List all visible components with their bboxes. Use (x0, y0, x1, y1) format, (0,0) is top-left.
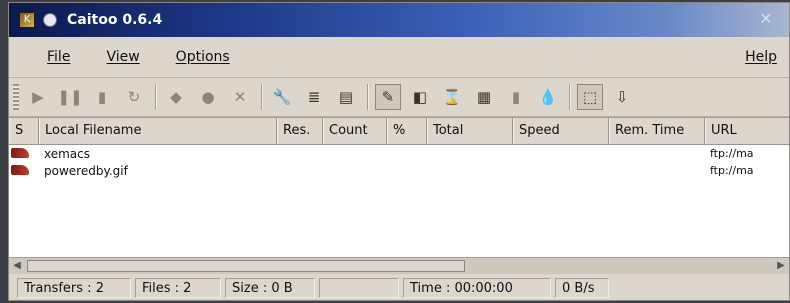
expert-mode-icon[interactable]: ✎ (375, 84, 401, 110)
menu-bar: File View Options Help (9, 37, 789, 78)
caitoo-window: K Caitoo 0.6.4 ✕ File View Options Help … (8, 2, 790, 301)
menu-view[interactable]: View (102, 47, 143, 67)
col-remaining-time[interactable]: Rem. Time (609, 118, 705, 144)
col-percent[interactable]: % (387, 118, 427, 144)
pause-icon[interactable]: ❚❚ (57, 84, 83, 110)
sticky-icon[interactable] (43, 13, 57, 27)
toolbar-separator (155, 84, 157, 110)
toolbar-separator (261, 84, 263, 110)
url-cell: ftp://ma (710, 147, 754, 160)
toolbar: ▶ ❚❚ ▮ ↻ ◆ ● ✕ 🔧 ≣ ▤ ✎ ◧ ⌛ ▦ ▮ 💧 ⬚ ⇩ (9, 78, 789, 117)
url-cell: ftp://ma (710, 164, 754, 177)
table-row[interactable]: xemacs ftp://ma (9, 145, 789, 162)
toolbar-separator (569, 84, 571, 110)
status-cell (9, 147, 39, 161)
col-speed[interactable]: Speed (513, 118, 609, 144)
table-header: S Local Filename Res. Count % Total Spee… (9, 118, 789, 145)
col-resume[interactable]: Res. (277, 118, 323, 144)
transfer-rate: 0 B/s (555, 278, 609, 298)
status-cell (9, 164, 39, 178)
files-count: Files : 2 (135, 278, 221, 298)
close-icon[interactable]: ✕ (757, 10, 775, 28)
scrollbar-thumb[interactable] (27, 260, 465, 272)
status-empty-field (319, 278, 399, 298)
total-size: Size : 0 B (225, 278, 315, 298)
play-icon[interactable]: ▶ (25, 84, 51, 110)
status-bar: Transfers : 2 Files : 2 Size : 0 B Time … (9, 274, 789, 300)
menu-file[interactable]: File (43, 47, 74, 67)
toolbar-buttons: ▶ ❚❚ ▮ ↻ ◆ ● ✕ 🔧 ≣ ▤ ✎ ◧ ⌛ ▦ ▮ 💧 ⬚ ⇩ (19, 84, 635, 110)
app-icon[interactable]: K (19, 12, 35, 28)
col-url[interactable]: URL (705, 118, 789, 144)
docked-icon[interactable]: ◧ (407, 84, 433, 110)
transfer-window-icon[interactable]: ▦ (471, 84, 497, 110)
download-icon[interactable]: ⇩ (609, 84, 635, 110)
select-icon[interactable]: ⬚ (577, 84, 603, 110)
filename-cell: poweredby.gif (44, 163, 128, 178)
drop-icon[interactable]: 💧 (535, 84, 561, 110)
offline-icon[interactable]: ▮ (503, 84, 529, 110)
filename-cell: xemacs (44, 146, 91, 161)
col-count[interactable]: Count (323, 118, 387, 144)
transfer-table: S Local Filename Res. Count % Total Spee… (9, 117, 789, 258)
transfer-status-icon (11, 164, 29, 175)
refresh-icon[interactable]: ↻ (121, 84, 147, 110)
eraser-icon[interactable]: ◆ (163, 84, 189, 110)
cancel-icon[interactable]: ✕ (227, 84, 253, 110)
window-title: Caitoo 0.6.4 (67, 12, 163, 28)
record-icon[interactable]: ● (195, 84, 221, 110)
wrench-icon[interactable]: 🔧 (269, 84, 295, 110)
scroll-left-icon[interactable]: ◀ (9, 258, 25, 274)
toolbar-separator (367, 84, 369, 110)
title-bar[interactable]: K Caitoo 0.6.4 ✕ (9, 3, 789, 37)
drop-target-icon[interactable]: ⌛ (439, 84, 465, 110)
table-row[interactable]: poweredby.gif ftp://ma (9, 162, 789, 179)
col-total[interactable]: Total (427, 118, 513, 144)
transfer-status-icon (11, 147, 29, 158)
trash-icon[interactable]: ▮ (89, 84, 115, 110)
col-local-filename[interactable]: Local Filename (39, 118, 277, 144)
clipboard-icon[interactable]: ▤ (333, 84, 359, 110)
elapsed-time: Time : 00:00:00 (403, 278, 551, 298)
menu-help[interactable]: Help (741, 47, 781, 67)
list-icon[interactable]: ≣ (301, 84, 327, 110)
horizontal-scrollbar[interactable]: ◀ ▶ (9, 257, 789, 274)
menu-options[interactable]: Options (172, 47, 234, 67)
scroll-right-icon[interactable]: ▶ (773, 258, 789, 274)
transfers-count: Transfers : 2 (17, 278, 131, 298)
col-status[interactable]: S (9, 118, 39, 144)
